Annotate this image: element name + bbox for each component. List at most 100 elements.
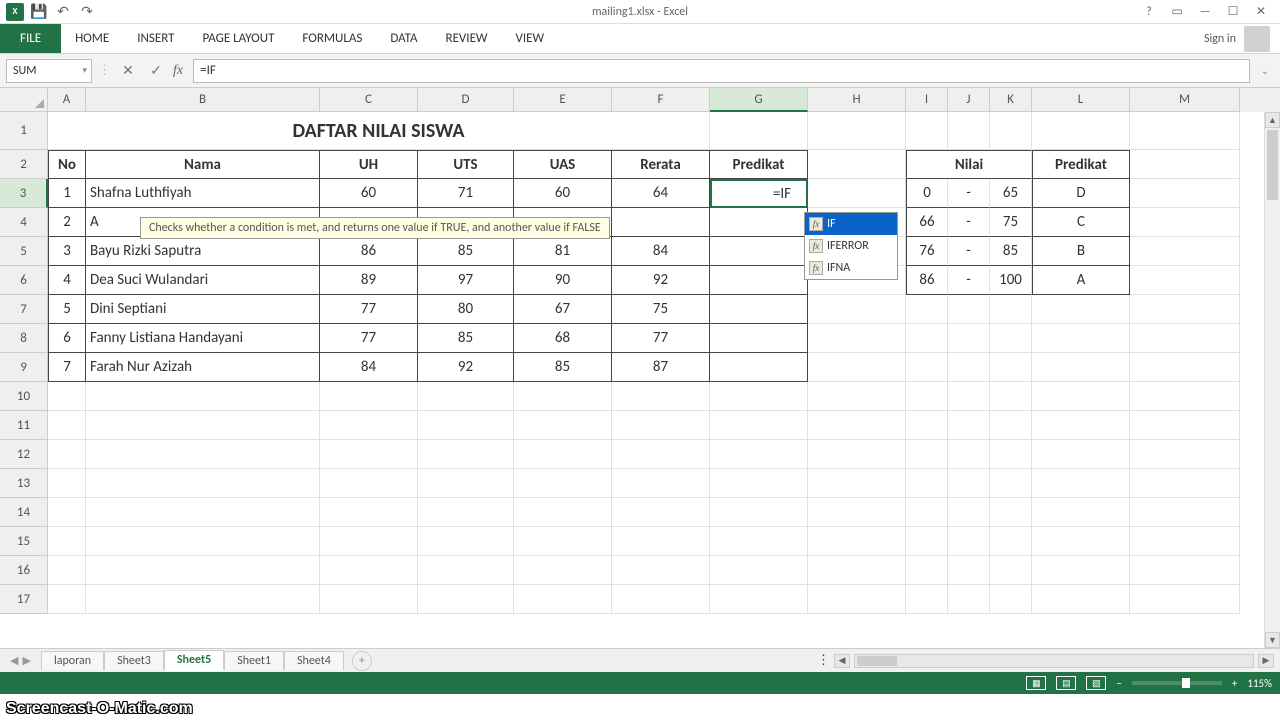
col-header-g[interactable]: G xyxy=(710,88,808,112)
page-break-view-icon[interactable]: ▧ xyxy=(1086,676,1106,690)
col-header-c[interactable]: C xyxy=(320,88,418,112)
expand-formula-bar-icon[interactable]: ⌄ xyxy=(1256,62,1274,80)
cell-uts[interactable]: 71 xyxy=(418,179,514,208)
header-uh[interactable]: UH xyxy=(320,150,418,179)
scroll-thumb[interactable] xyxy=(857,656,897,666)
cell[interactable] xyxy=(990,324,1032,353)
cell[interactable] xyxy=(808,295,906,324)
row-header-15[interactable]: 15 xyxy=(0,527,48,556)
header-rerata[interactable]: Rerata xyxy=(612,150,710,179)
cell[interactable] xyxy=(710,440,808,469)
cell[interactable] xyxy=(86,556,320,585)
zoom-slider[interactable] xyxy=(1132,681,1222,685)
cell[interactable] xyxy=(418,556,514,585)
cell-no[interactable]: 7 xyxy=(48,353,86,382)
cell[interactable] xyxy=(320,498,418,527)
cell[interactable] xyxy=(612,498,710,527)
cell-uas[interactable]: 60 xyxy=(514,179,612,208)
cell[interactable] xyxy=(990,469,1032,498)
title-cell[interactable]: DAFTAR NILAI SISWA xyxy=(48,112,710,150)
cell[interactable] xyxy=(948,324,990,353)
cell[interactable] xyxy=(320,585,418,614)
lookup-header-predikat[interactable]: Predikat xyxy=(1032,150,1130,179)
cell[interactable] xyxy=(808,585,906,614)
cell[interactable] xyxy=(1032,112,1130,150)
col-header-d[interactable]: D xyxy=(418,88,514,112)
cell[interactable] xyxy=(514,411,612,440)
lookup-grade[interactable]: B xyxy=(1032,237,1130,266)
save-icon[interactable]: 💾 xyxy=(30,3,48,21)
cell[interactable] xyxy=(948,469,990,498)
cell[interactable] xyxy=(48,527,86,556)
row-header-10[interactable]: 10 xyxy=(0,382,48,411)
horizontal-scrollbar[interactable] xyxy=(854,654,1254,668)
cell[interactable] xyxy=(990,353,1032,382)
row-header-13[interactable]: 13 xyxy=(0,469,48,498)
cell[interactable] xyxy=(1032,585,1130,614)
cell-uas[interactable]: 67 xyxy=(514,295,612,324)
cell[interactable] xyxy=(86,527,320,556)
cell[interactable] xyxy=(1130,179,1240,208)
cell-no[interactable]: 1 xyxy=(48,179,86,208)
lookup-grade[interactable]: C xyxy=(1032,208,1130,237)
close-button[interactable]: ✕ xyxy=(1250,3,1272,21)
cell-uas[interactable]: 68 xyxy=(514,324,612,353)
cell[interactable] xyxy=(1130,208,1240,237)
tab-home[interactable]: HOME xyxy=(61,24,123,53)
cell[interactable] xyxy=(48,382,86,411)
tab-formulas[interactable]: FORMULAS xyxy=(288,24,376,53)
cell[interactable] xyxy=(418,527,514,556)
cell[interactable] xyxy=(808,353,906,382)
cell[interactable] xyxy=(514,382,612,411)
redo-icon[interactable]: ↷ xyxy=(78,3,96,21)
cell-nama[interactable]: Bayu Rizki Saputra xyxy=(86,237,320,266)
cell[interactable] xyxy=(514,585,612,614)
cell[interactable] xyxy=(418,469,514,498)
lookup-hi[interactable]: 85 xyxy=(990,237,1032,266)
cell[interactable] xyxy=(990,556,1032,585)
cell[interactable] xyxy=(990,585,1032,614)
lookup-header-nilai[interactable]: Nilai xyxy=(906,150,1032,179)
cell[interactable] xyxy=(514,527,612,556)
row-header-1[interactable]: 1 xyxy=(0,112,48,150)
cell[interactable] xyxy=(808,469,906,498)
lookup-hi[interactable]: 65 xyxy=(990,179,1032,208)
col-header-h[interactable]: H xyxy=(808,88,906,112)
cell[interactable] xyxy=(1130,527,1240,556)
cell[interactable] xyxy=(1130,411,1240,440)
row-header-7[interactable]: 7 xyxy=(0,295,48,324)
cell[interactable] xyxy=(906,556,948,585)
cell[interactable] xyxy=(612,411,710,440)
cell[interactable] xyxy=(906,498,948,527)
cell[interactable] xyxy=(990,112,1032,150)
cell[interactable] xyxy=(514,498,612,527)
cell-no[interactable]: 6 xyxy=(48,324,86,353)
cell[interactable] xyxy=(612,440,710,469)
cell[interactable] xyxy=(48,585,86,614)
row-header-9[interactable]: 9 xyxy=(0,353,48,382)
hscroll-right-icon[interactable]: ▶ xyxy=(1258,654,1274,668)
cell[interactable] xyxy=(320,527,418,556)
new-sheet-button[interactable]: + xyxy=(352,651,372,671)
cell-nama[interactable]: Farah Nur Azizah xyxy=(86,353,320,382)
cell[interactable] xyxy=(86,469,320,498)
cell-rerata[interactable] xyxy=(612,208,710,237)
cell[interactable] xyxy=(808,382,906,411)
cell[interactable] xyxy=(1032,324,1130,353)
cell[interactable] xyxy=(612,585,710,614)
cell[interactable] xyxy=(710,382,808,411)
sheet-tab-laporan[interactable]: laporan xyxy=(41,651,104,670)
cell[interactable] xyxy=(808,498,906,527)
cell[interactable] xyxy=(1130,353,1240,382)
scroll-thumb[interactable] xyxy=(1267,130,1278,200)
cell[interactable] xyxy=(808,556,906,585)
cell[interactable] xyxy=(418,585,514,614)
cell[interactable] xyxy=(320,469,418,498)
enter-formula-button[interactable]: ✓ xyxy=(145,60,167,82)
cell[interactable] xyxy=(1130,266,1240,295)
vertical-scrollbar[interactable]: ▲ ▼ xyxy=(1264,112,1280,648)
cell[interactable] xyxy=(1032,556,1130,585)
row-header-3[interactable]: 3 xyxy=(0,179,48,208)
cell[interactable] xyxy=(612,556,710,585)
sheet-nav-prev-icon[interactable]: ◀ xyxy=(10,654,18,667)
